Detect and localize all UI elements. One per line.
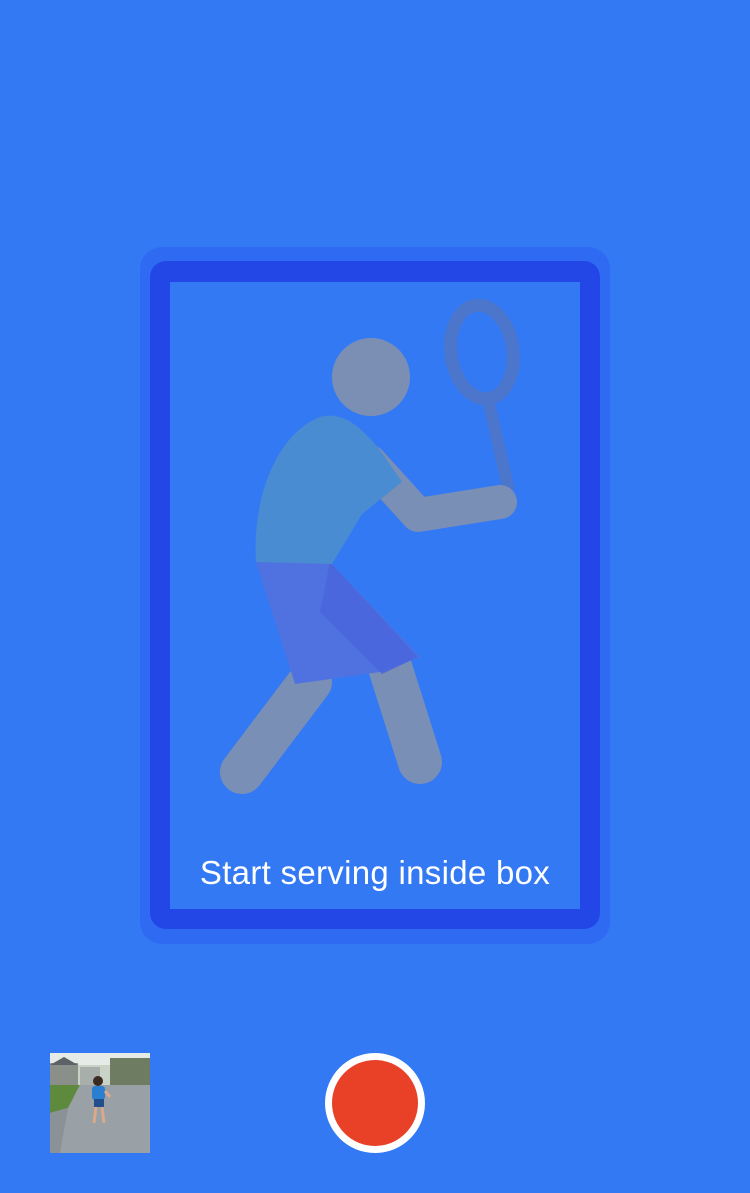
serve-box-hint: Start serving inside box <box>199 854 551 891</box>
record-icon <box>332 1060 418 1146</box>
tennis-player-serving-icon <box>220 298 520 794</box>
record-button[interactable] <box>325 1053 425 1153</box>
video-thumbnail-image <box>50 1053 150 1153</box>
serve-box: Start serving inside box <box>170 282 580 909</box>
last-video-thumbnail[interactable] <box>50 1053 150 1153</box>
camera-screen: Start serving inside box <box>0 0 750 1193</box>
racket-icon <box>444 298 520 493</box>
